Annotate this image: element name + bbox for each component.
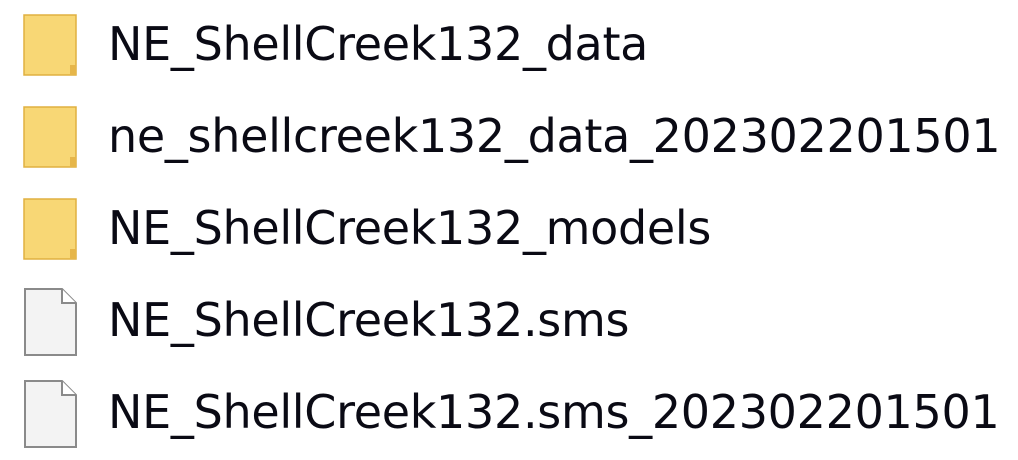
- list-item-ne-shellcreek132-data[interactable]: NE_ShellCreek132_data: [0, 0, 1018, 92]
- file-list: NE_ShellCreek132_data ne_shellcreek132_d…: [0, 0, 1018, 459]
- file-icon: [22, 379, 82, 449]
- file-name: NE_ShellCreek132_models: [108, 201, 712, 255]
- file-icon: [22, 287, 82, 357]
- list-item-ne-shellcreek132-sms[interactable]: NE_ShellCreek132.sms: [0, 276, 1018, 368]
- list-item-ne-shellcreek132-models[interactable]: NE_ShellCreek132_models: [0, 184, 1018, 276]
- folder-icon: [22, 11, 82, 81]
- folder-icon: [22, 195, 82, 265]
- folder-icon: [22, 103, 82, 173]
- file-name: NE_ShellCreek132_data: [108, 17, 649, 71]
- file-name: ne_shellcreek132_data_202302201501: [108, 109, 1001, 163]
- file-name: NE_ShellCreek132.sms_202302201501: [108, 385, 1000, 439]
- file-name: NE_ShellCreek132.sms: [108, 293, 630, 347]
- list-item-ne-shellcreek132-sms-202302201501[interactable]: NE_ShellCreek132.sms_202302201501: [0, 368, 1018, 460]
- list-item-ne-shellcreek132-data-202302201501[interactable]: ne_shellcreek132_data_202302201501: [0, 92, 1018, 184]
